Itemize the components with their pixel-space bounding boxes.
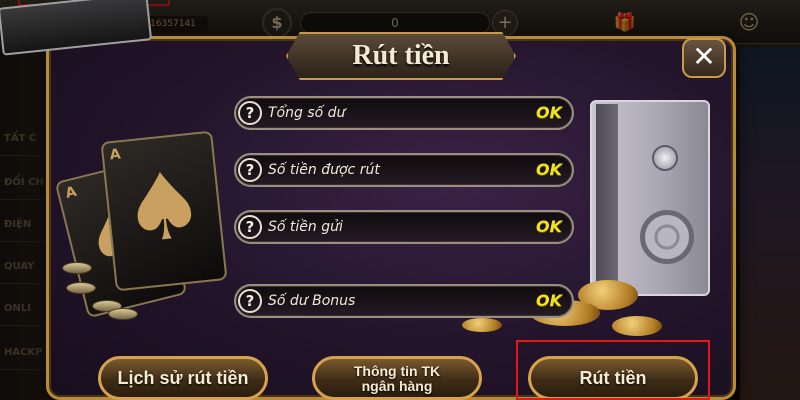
row-label: Số tiền được rút: [268, 162, 380, 178]
help-icon[interactable]: ?: [238, 215, 262, 239]
row-status: OK: [536, 217, 562, 236]
row-label: Số dư Bonus: [268, 293, 356, 309]
spade-card-icon: A♠: [100, 130, 228, 292]
chip-icon: [66, 282, 96, 294]
close-icon: ✕: [692, 40, 716, 73]
row-deposit: ? Số tiền gửi OK: [234, 210, 574, 244]
safe-dial: [652, 145, 678, 171]
red-highlight-frame: [516, 340, 710, 400]
bank-info-line-1: Thông tin TK: [353, 363, 441, 379]
row-status: OK: [536, 103, 562, 122]
help-icon[interactable]: ?: [238, 289, 262, 313]
row-total-balance: ? Tổng số dư OK: [234, 96, 574, 130]
row-status: OK: [536, 291, 562, 310]
coin-pile-icon: [462, 318, 502, 332]
bank-info-line-2: ngân hàng: [361, 378, 433, 394]
row-status: OK: [536, 160, 562, 179]
row-label: Số tiền gửi: [268, 219, 343, 235]
safe-wheel: [640, 210, 694, 264]
help-icon[interactable]: ?: [238, 101, 262, 125]
bank-info-button[interactable]: Thông tin TK ngân hàng: [312, 356, 482, 400]
coin-pile-icon: [612, 316, 662, 336]
chip-icon: [62, 262, 92, 274]
help-icon[interactable]: ?: [238, 158, 262, 182]
dialog-title: Rút tiền: [352, 40, 450, 71]
chip-icon: [108, 308, 138, 320]
row-withdrawable: ? Số tiền được rút OK: [234, 153, 574, 187]
safe-door: [596, 104, 618, 292]
withdraw-history-button[interactable]: Lịch sử rút tiền: [98, 356, 268, 400]
row-label: Tổng số dư: [268, 105, 346, 121]
close-button[interactable]: ✕: [682, 38, 726, 78]
row-bonus-balance: ? Số dư Bonus OK: [234, 284, 574, 318]
